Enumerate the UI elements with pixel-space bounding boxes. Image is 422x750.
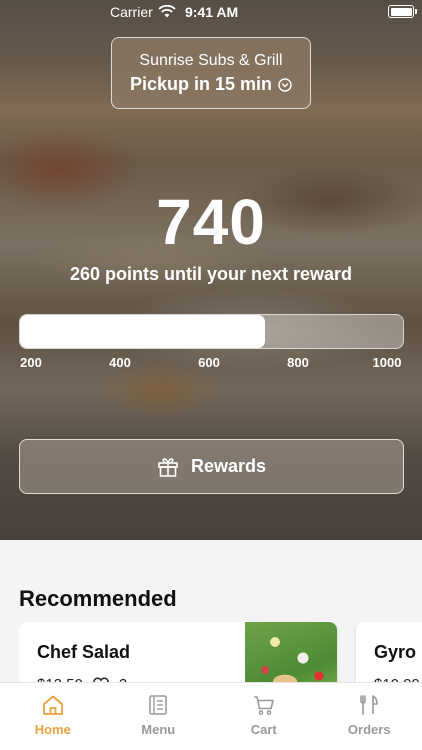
status-bar: Carrier 9:41 AM xyxy=(0,0,422,24)
points-until-reward: 260 points until your next reward xyxy=(69,264,353,284)
points-total: 740 xyxy=(156,186,266,258)
wifi-icon xyxy=(158,5,176,18)
gift-icon xyxy=(158,457,178,477)
rewards-button[interactable]: Rewards xyxy=(19,439,404,494)
store-selector[interactable]: Sunrise Subs & Grill Pickup in 15 min xyxy=(111,37,311,109)
pickup-time: Pickup in 15 min xyxy=(129,74,273,94)
progress-tick: 1000 xyxy=(372,355,402,370)
rewards-button-label: Rewards xyxy=(190,456,267,476)
battery-icon xyxy=(388,5,417,18)
progress-tick: 800 xyxy=(287,355,309,370)
progress-tick: 400 xyxy=(109,355,131,370)
progress-tick: 200 xyxy=(20,355,42,370)
store-name: Sunrise Subs & Grill xyxy=(139,52,283,69)
progress-tick: 600 xyxy=(198,355,220,370)
pickup-row: Pickup in 15 min xyxy=(112,74,310,95)
carrier-label: Carrier xyxy=(110,4,153,20)
rewards-progress-bar xyxy=(19,314,404,349)
progress-tick-labels: 200 400 600 800 1000 xyxy=(19,355,404,373)
chevron-down-circle-icon xyxy=(278,77,292,92)
hero-content: Carrier 9:41 AM Sunrise Subs & Grill Pic… xyxy=(0,0,422,750)
clock: 9:41 AM xyxy=(185,4,239,20)
rewards-progress-fill xyxy=(20,315,266,348)
